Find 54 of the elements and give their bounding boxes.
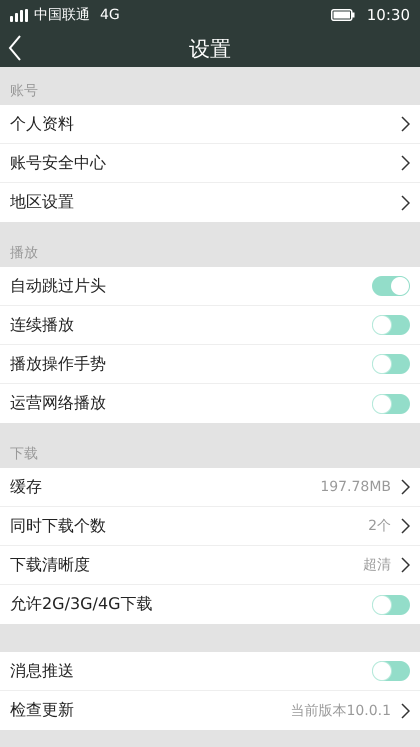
section-header: 播放 xyxy=(10,244,38,262)
row-label: 自动跳过片头 xyxy=(10,276,107,296)
row-label: 播放操作手势 xyxy=(10,354,107,374)
chevron-icon xyxy=(401,702,410,718)
row-label: 运营网络播放 xyxy=(10,393,107,414)
row-label: 个人资料 xyxy=(10,114,75,134)
settings-row[interactable]: 缓存 197.78MB xyxy=(0,468,420,507)
chevron-icon xyxy=(401,518,410,534)
settings-row[interactable]: 消息推送 xyxy=(0,652,420,691)
settings-row[interactable]: 自动跳过片头 xyxy=(0,267,420,306)
chevron-icon xyxy=(401,479,410,495)
section-header: 账号 xyxy=(10,82,38,100)
row-label: 下载清晰度 xyxy=(10,554,91,576)
settings-row[interactable]: 地区设置 xyxy=(0,183,420,222)
row-label: 缓存 xyxy=(10,476,43,498)
row-label: 允许2G/3G/4G下载 xyxy=(10,594,154,615)
row-label: 同时下载个数 xyxy=(10,516,107,536)
row-label: 地区设置 xyxy=(10,192,75,213)
toggle-switch[interactable] xyxy=(372,594,410,614)
page-title: 设置 xyxy=(189,36,231,62)
toggle-switch[interactable] xyxy=(372,276,410,296)
settings-row[interactable]: 个人资料 xyxy=(0,105,420,144)
row-value: 2个 xyxy=(368,517,391,535)
toggle-switch[interactable] xyxy=(372,354,410,374)
carrier-name: 中国联通 xyxy=(34,6,90,24)
row-label: 检查更新 xyxy=(10,700,75,721)
row-value: 当前版本10.0.1 xyxy=(290,702,391,720)
section-header: 下载 xyxy=(10,445,38,463)
settings-row[interactable]: 运营网络播放 xyxy=(0,384,420,423)
settings-row[interactable]: 播放操作手势 xyxy=(0,345,420,384)
settings-row[interactable]: 连续播放 xyxy=(0,306,420,345)
chevron-icon xyxy=(401,557,410,573)
toggle-switch[interactable] xyxy=(372,315,410,335)
back-button[interactable] xyxy=(8,35,22,61)
chevron-icon xyxy=(401,116,410,132)
row-value: 197.78MB xyxy=(320,479,391,495)
back-icon xyxy=(8,35,22,61)
row-value: 超清 xyxy=(363,556,391,574)
settings-row[interactable]: 检查更新 当前版本10.0.1 xyxy=(0,691,420,730)
settings-row[interactable]: 允许2G/3G/4G下载 xyxy=(0,585,420,624)
row-label: 消息推送 xyxy=(10,660,75,682)
signal-icon xyxy=(10,8,30,22)
battery-icon xyxy=(330,9,355,21)
settings-row[interactable]: 同时下载个数 2个 xyxy=(0,507,420,546)
toggle-switch[interactable] xyxy=(372,394,410,414)
row-label: 连续播放 xyxy=(10,314,75,336)
row-label: 账号安全中心 xyxy=(10,152,107,174)
chevron-icon xyxy=(401,155,410,171)
settings-row[interactable]: 下载清晰度 超清 xyxy=(0,546,420,585)
settings-row[interactable]: 账号安全中心 xyxy=(0,144,420,183)
chevron-icon xyxy=(401,194,410,210)
network-type: 4G xyxy=(100,7,120,23)
clock-time: 10:30 xyxy=(366,6,410,24)
toggle-switch[interactable] xyxy=(372,661,410,681)
